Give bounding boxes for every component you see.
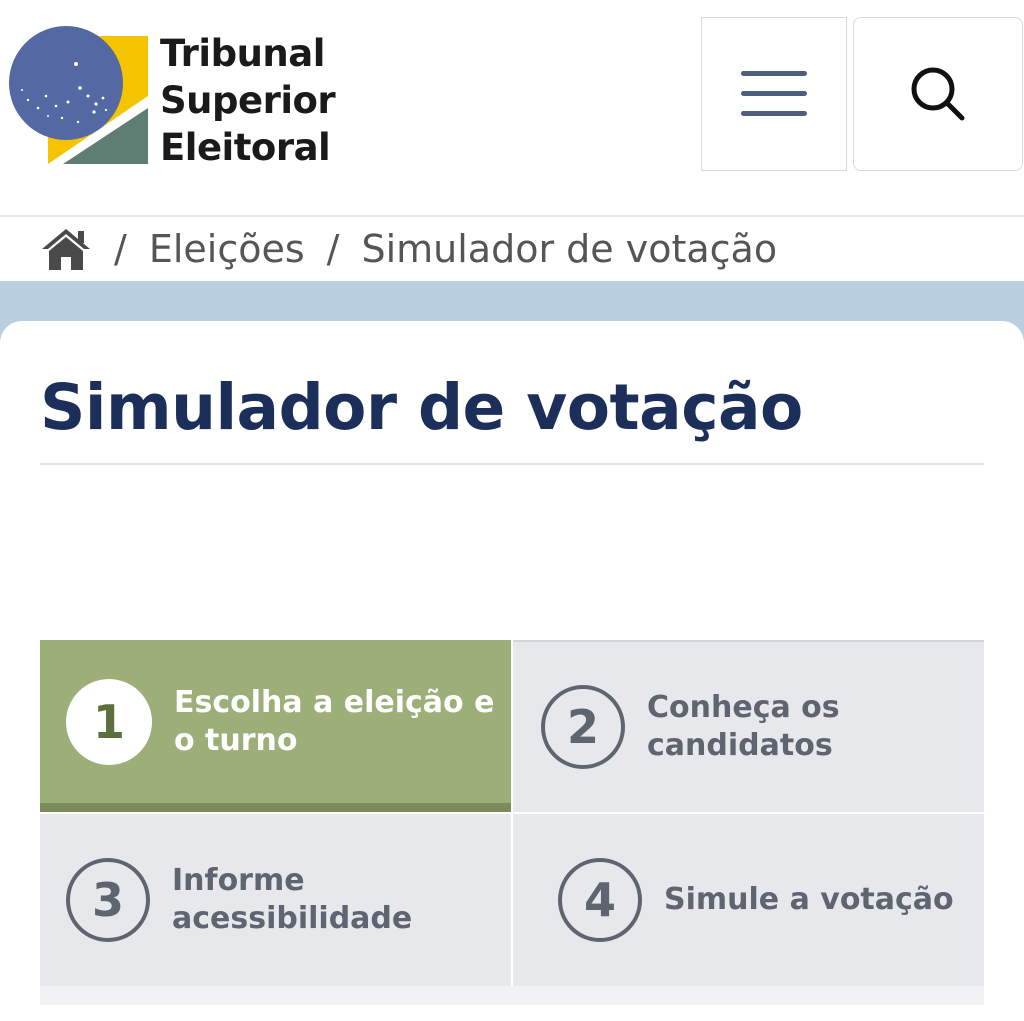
step-label: Conheça os candidatos (647, 689, 840, 765)
step-label-line: Escolha a eleição e (174, 684, 495, 720)
step-number-badge: 4 (558, 858, 642, 942)
step-label: Simule a votação (664, 881, 954, 919)
search-icon (911, 67, 965, 121)
step-number-badge: 3 (66, 858, 150, 942)
breadcrumb: / Eleições / Simulador de votação (0, 217, 1024, 281)
page-title: Simulador de votação (40, 371, 803, 444)
tse-logo[interactable] (8, 26, 148, 168)
step-number-badge: 2 (541, 685, 625, 769)
breadcrumb-item-current: Simulador de votação (361, 227, 778, 271)
step-label-line: candidatos (647, 728, 833, 763)
steps-panel-footer (40, 986, 984, 1005)
breadcrumb-item-eleicoes[interactable]: Eleições (149, 227, 305, 271)
step-2-know-candidates[interactable]: 2 Conheça os candidatos (513, 640, 984, 812)
step-number-badge: 1 (66, 678, 152, 765)
site-header: Tribunal Superior Eleitoral (0, 0, 1024, 215)
search-button[interactable] (853, 17, 1023, 171)
step-label: Escolha a eleição e o turno (174, 684, 494, 760)
step-label-line: Simule a votação (664, 882, 954, 917)
breadcrumb-separator: / (114, 227, 127, 271)
step-4-simulate-vote[interactable]: 4 Simule a votação (513, 814, 984, 986)
step-label-line: acessibilidade (172, 901, 413, 936)
step-3-accessibility[interactable]: 3 Informe acessibilidade (40, 814, 511, 986)
logo-line-2: Superior (160, 79, 336, 122)
step-1-choose-election[interactable]: 1 Escolha a eleição e o turno (40, 640, 511, 812)
logo-line-3: Eleitoral (160, 126, 331, 169)
step-label: Informe acessibilidade (172, 862, 412, 938)
menu-button[interactable] (701, 17, 847, 171)
title-divider (40, 463, 984, 465)
hamburger-menu-icon (741, 71, 807, 116)
step-label-line: o turno (174, 722, 298, 758)
logo-text[interactable]: Tribunal Superior Eleitoral (160, 30, 360, 171)
breadcrumb-separator: / (326, 227, 340, 271)
step-label-line: Conheça os (647, 690, 840, 725)
logo-line-1: Tribunal (160, 32, 325, 75)
home-icon[interactable] (40, 227, 92, 271)
step-label-line: Informe (172, 863, 305, 898)
